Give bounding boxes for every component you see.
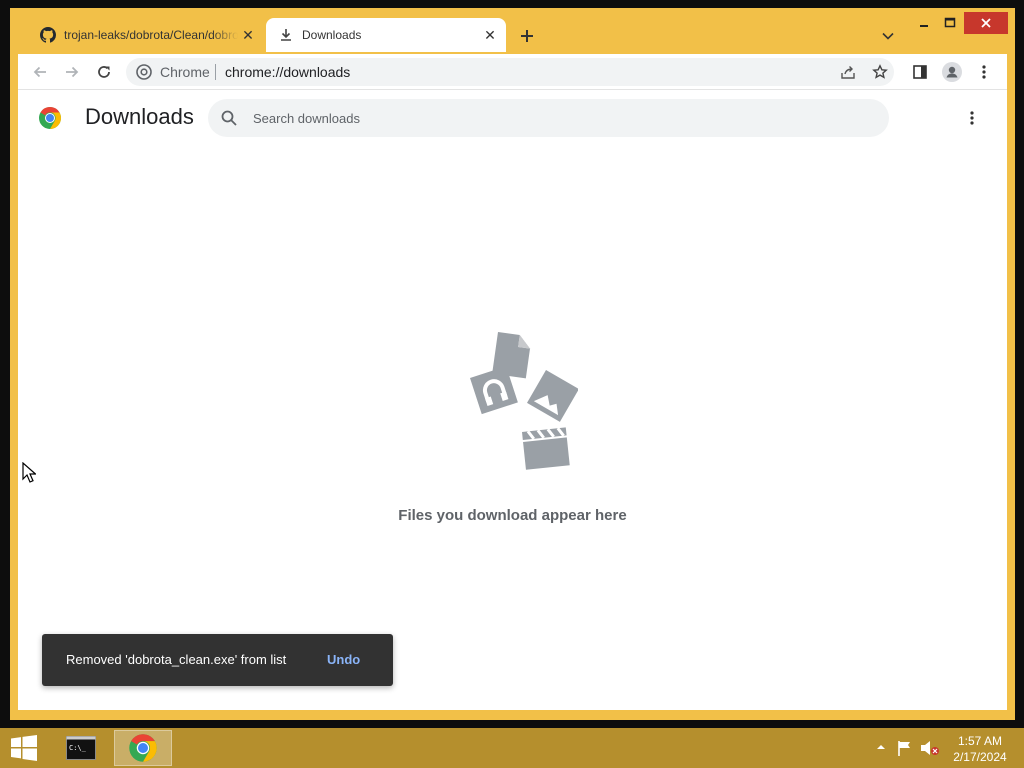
back-button[interactable]: [28, 60, 52, 84]
taskbar: C:\_ 1:57 AM 2/17/2024: [0, 728, 1024, 768]
kebab-menu-icon: [970, 111, 974, 125]
profile-button[interactable]: [940, 60, 964, 84]
share-button[interactable]: [836, 60, 860, 84]
video-icon: [522, 427, 570, 470]
chevron-up-icon: [877, 745, 885, 749]
chrome-icon: [129, 734, 157, 762]
chrome-site-icon: [136, 64, 152, 80]
minimize-icon: [920, 25, 928, 27]
removed-toast: Removed 'dobrota_clean.exe' from list Un…: [42, 634, 393, 686]
new-tab-button[interactable]: [515, 24, 539, 48]
avatar-icon: [942, 62, 962, 82]
chrome-logo-icon: [39, 107, 61, 129]
cmd-icon: C:\_: [66, 736, 96, 760]
github-icon: [40, 27, 56, 43]
browser-toolbar: Chrome chrome://downloads: [18, 54, 1007, 90]
maximize-icon: [944, 17, 956, 28]
plus-icon: [521, 30, 533, 42]
taskbar-cmd[interactable]: C:\_: [52, 730, 110, 766]
downloads-menu-button[interactable]: [960, 106, 984, 130]
tab-downloads[interactable]: Downloads ✕: [266, 18, 506, 52]
tab-title: Downloads: [302, 28, 362, 42]
address-bar[interactable]: Chrome chrome://downloads: [126, 58, 894, 86]
page-title: Downloads: [85, 104, 194, 129]
show-hidden-icons-button[interactable]: [874, 740, 888, 754]
system-clock[interactable]: 1:57 AM 2/17/2024: [946, 733, 1014, 765]
toast-message: Removed 'dobrota_clean.exe' from list: [66, 652, 287, 667]
close-tab-icon[interactable]: ✕: [238, 25, 258, 45]
close-window-button[interactable]: [964, 12, 1008, 34]
volume-muted-icon[interactable]: [920, 739, 940, 757]
chrome-menu-button[interactable]: [972, 60, 996, 84]
star-icon: [872, 64, 888, 79]
search-box[interactable]: [208, 99, 889, 137]
downloads-page: Downloads Files you download appear here: [18, 90, 1007, 710]
taskbar-chrome[interactable]: [114, 730, 172, 766]
close-icon: [981, 18, 991, 28]
side-panel-icon: [913, 65, 927, 79]
windows-logo-icon: [11, 735, 37, 761]
omnibox-divider: [215, 64, 216, 80]
share-icon: [841, 66, 855, 79]
empty-downloads-illustration: [470, 332, 578, 470]
reload-button[interactable]: [92, 60, 116, 84]
mouse-pointer-icon: [22, 462, 36, 483]
reload-icon: [98, 66, 110, 78]
empty-state-message: Files you download appear here: [398, 507, 627, 524]
tab-title: trojan-leaks/dobrota/Clean/dobrota_clean…: [64, 28, 238, 42]
download-icon: [281, 29, 291, 41]
action-center-flag-icon[interactable]: [896, 739, 914, 757]
kebab-menu-icon: [982, 65, 986, 79]
maximize-button[interactable]: [938, 12, 962, 34]
clock-date: 2/17/2024: [953, 750, 1007, 764]
tab-strip: trojan-leaks/dobrota/Clean/dobrota_clean…: [10, 8, 1008, 52]
bookmark-button[interactable]: [868, 60, 892, 84]
tab-search-button[interactable]: [878, 26, 898, 46]
side-panel-button[interactable]: [908, 60, 932, 84]
minimize-button[interactable]: [912, 12, 936, 34]
arrow-left-icon: [33, 66, 46, 78]
url-text: chrome://downloads: [225, 64, 351, 80]
chevron-down-icon: [882, 32, 894, 40]
tab-github[interactable]: trojan-leaks/dobrota/Clean/dobrota_clean…: [28, 18, 264, 52]
search-icon: [221, 110, 237, 126]
site-label: Chrome: [160, 64, 210, 80]
forward-button[interactable]: [60, 60, 84, 84]
undo-button[interactable]: Undo: [327, 652, 360, 667]
arrow-right-icon: [66, 66, 79, 78]
close-tab-icon[interactable]: ✕: [480, 25, 500, 45]
clock-time: 1:57 AM: [957, 734, 1003, 748]
cmd-icon-text: C:\_: [69, 744, 87, 752]
start-button[interactable]: [0, 728, 48, 768]
search-input[interactable]: [253, 108, 853, 128]
image-icon: [527, 370, 578, 422]
